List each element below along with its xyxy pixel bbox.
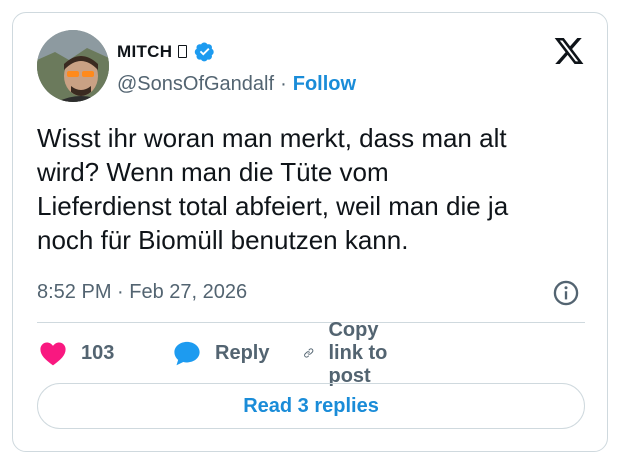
tweet-line: wird? Wenn man die Tüte vom [37,157,389,187]
author-handle[interactable]: @SonsOfGandalf [117,73,274,96]
avatar-photo [37,30,109,102]
x-logo-icon[interactable] [553,35,585,67]
tweet-timestamp[interactable]: 8:52 PM · Feb 27, 2026 [37,281,247,304]
copy-link-button[interactable]: Copy link to post [303,319,395,387]
follow-button[interactable]: Follow [293,73,356,96]
separator-dot: · [280,73,287,95]
speech-bubble-icon [174,341,200,366]
reply-label: Reply [215,341,270,364]
tweet-text: Wisst ihr woran man merkt, dass man alt … [37,121,589,257]
like-button[interactable]: 103 [39,337,114,369]
avatar[interactable] [37,30,109,102]
reply-button[interactable]: Reply [173,337,269,369]
divider [37,322,585,323]
tweet-line: Wisst ihr woran man merkt, dass man alt [37,123,507,153]
read-replies-button[interactable]: Read 3 replies [37,383,585,429]
copy-link-label: Copy link to post [328,318,388,387]
heart-icon [40,342,66,366]
tweet-line: noch für Biomüll benutzen kann. [37,225,409,255]
verified-badge-icon [195,42,215,62]
author-name[interactable]: MITCH [117,42,172,62]
missing-glyph-icon [178,45,188,58]
link-icon [304,348,314,358]
like-count: 103 [81,341,115,364]
info-icon[interactable] [552,279,580,307]
author-name-row: MITCH [117,41,215,62]
tweet-card: MITCH @SonsOfGandalf · Follow Wisst ihr … [12,12,608,452]
tweet-line: Lieferdienst total abfeiert, weil man di… [37,191,509,221]
handle-row: @SonsOfGandalf · Follow [117,73,356,96]
